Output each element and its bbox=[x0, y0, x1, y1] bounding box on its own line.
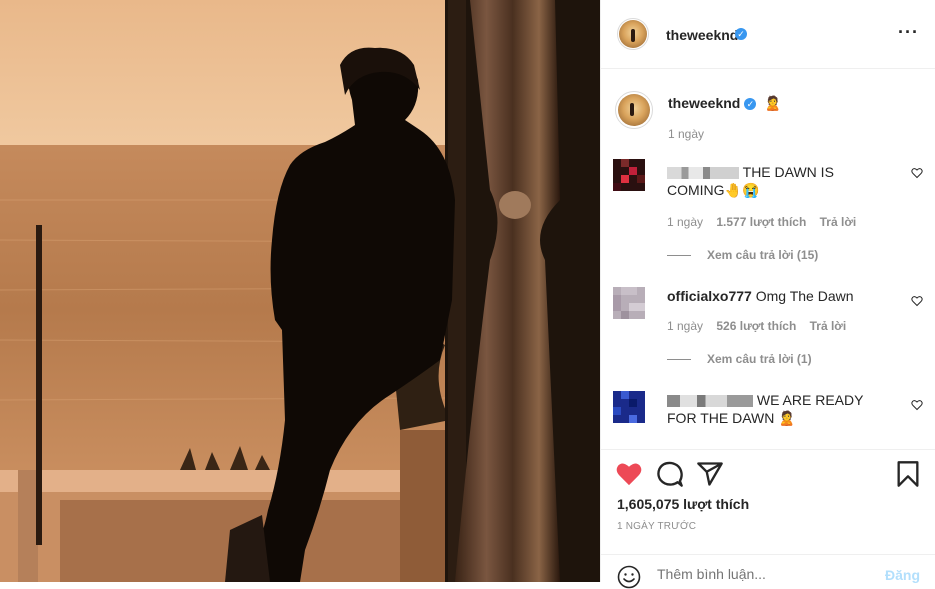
comment-icon[interactable] bbox=[656, 460, 684, 488]
post-detail-panel: theweeknd ✓ ··· theweeknd ✓ 🙎 1 ngày THE… bbox=[600, 0, 935, 589]
caption-text: 🙎 bbox=[764, 95, 782, 111]
avatar-image bbox=[613, 287, 645, 319]
blurred-username[interactable] bbox=[667, 395, 753, 408]
emoji-icon[interactable] bbox=[617, 565, 641, 589]
commenter-avatar[interactable] bbox=[613, 159, 645, 191]
likes-count[interactable]: 1,605,075 lượt thích bbox=[617, 496, 749, 512]
commenter-avatar[interactable] bbox=[613, 287, 645, 319]
commenter-avatar[interactable] bbox=[613, 391, 645, 423]
caption-avatar[interactable] bbox=[615, 91, 653, 129]
share-icon[interactable] bbox=[696, 460, 724, 488]
like-comment-icon[interactable] bbox=[911, 167, 923, 179]
post-header: theweeknd ✓ ··· bbox=[601, 0, 935, 69]
caption-age: 1 ngày bbox=[668, 127, 705, 141]
comment-likes[interactable]: 1.577 lượt thích bbox=[716, 215, 806, 229]
reply-button[interactable]: Trả lời bbox=[810, 319, 847, 333]
avatar-image bbox=[613, 159, 645, 191]
reply-button[interactable]: Trả lời bbox=[820, 215, 857, 229]
bookmark-icon[interactable] bbox=[894, 460, 922, 488]
comment-text: Omg The Dawn bbox=[755, 288, 854, 304]
post-photo[interactable] bbox=[0, 0, 600, 582]
post-comment-button[interactable]: Đăng bbox=[885, 567, 920, 583]
like-comment-icon[interactable] bbox=[911, 295, 923, 307]
comment-input[interactable] bbox=[657, 566, 877, 582]
view-replies-button[interactable]: Xem câu trả lời (15) bbox=[667, 248, 818, 262]
view-replies-button[interactable]: Xem câu trả lời (1) bbox=[667, 352, 812, 366]
comment-meta: 1 ngày 526 lượt thích Trả lời bbox=[667, 319, 856, 333]
caption-line: theweeknd ✓ 🙎 bbox=[668, 95, 782, 112]
comment-age: 1 ngày bbox=[667, 319, 704, 333]
author-avatar[interactable] bbox=[617, 18, 649, 50]
comment-text-block: THE DAWN IS COMING🤚😭 bbox=[667, 163, 887, 199]
avatar-image bbox=[619, 20, 647, 48]
commenter-username[interactable]: officialxo777 bbox=[667, 288, 752, 304]
comment-likes[interactable]: 526 lượt thích bbox=[716, 319, 796, 333]
author-username[interactable]: theweeknd bbox=[666, 27, 738, 43]
avatar-image bbox=[613, 391, 645, 423]
comments-list[interactable]: theweeknd ✓ 🙎 1 ngày THE DAWN IS COMING🤚😭 bbox=[601, 69, 935, 449]
caption-username[interactable]: theweeknd bbox=[668, 95, 740, 111]
add-comment-bar: Đăng bbox=[601, 554, 935, 589]
avatar-image bbox=[618, 94, 650, 126]
more-options-icon[interactable]: ··· bbox=[898, 23, 919, 41]
like-comment-icon[interactable] bbox=[911, 399, 923, 411]
comment-text-block: officialxo777 Omg The Dawn bbox=[667, 287, 887, 305]
blurred-username[interactable] bbox=[667, 167, 739, 180]
post-actions: 1,605,075 lượt thích 1 NGÀY TRƯỚC Đăng bbox=[601, 449, 935, 589]
comment-age: 1 ngày bbox=[667, 215, 704, 229]
verified-icon: ✓ bbox=[735, 28, 747, 40]
verified-icon: ✓ bbox=[744, 98, 757, 111]
post-image bbox=[0, 0, 600, 582]
post-time-ago[interactable]: 1 NGÀY TRƯỚC bbox=[617, 521, 696, 532]
heart-icon[interactable] bbox=[615, 460, 643, 488]
comment-text-block: WE ARE READY FOR THE DAWN 🙎 bbox=[667, 391, 887, 427]
comment-meta: 1 ngày 1.577 lượt thích Trả lời bbox=[667, 215, 866, 229]
